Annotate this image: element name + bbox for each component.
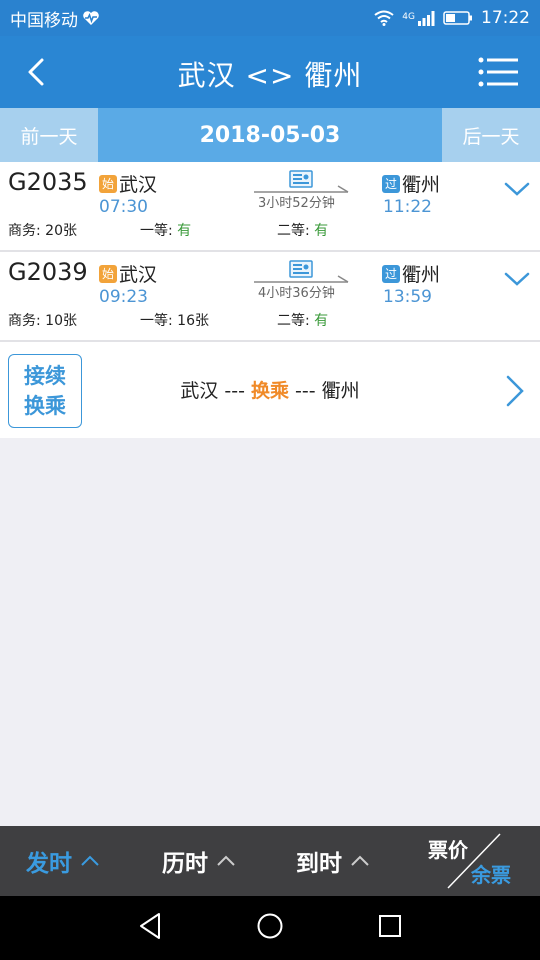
- second-class-label: 二等:: [277, 313, 310, 329]
- departure-time: 07:30: [99, 197, 148, 217]
- wifi-icon: [374, 10, 394, 26]
- status-icons: 4G 17:22: [374, 8, 530, 28]
- business-label: 商务:: [8, 313, 41, 329]
- chevron-down-icon[interactable]: [504, 270, 530, 288]
- first-class-seat-info: 一等: 16张: [140, 310, 209, 330]
- travel-duration: 4小时36分钟: [258, 286, 335, 301]
- menu-list-icon[interactable]: [478, 56, 518, 88]
- second-class-label: 二等:: [277, 223, 310, 239]
- system-nav-bar: [0, 896, 540, 960]
- network-label: 4G: [402, 12, 415, 22]
- sort-bar: 发时 历时 到时 票价 余票: [0, 826, 540, 896]
- train-row[interactable]: G2035 始 武汉 07:30 3小时52分钟 过 衢州 11:22 商务: …: [0, 162, 540, 252]
- home-circle-icon[interactable]: [256, 912, 284, 940]
- transfer-to: 衢州: [321, 380, 360, 402]
- date-bar: 前一天 2018-05-03 后一天: [0, 108, 540, 162]
- sort-by-departure[interactable]: 发时: [26, 844, 100, 878]
- heart-monitor-icon: [83, 11, 99, 25]
- passing-badge: 过: [382, 264, 400, 283]
- train-row[interactable]: G2039 始 武汉 09:23 4小时36分钟 过 衢州 13:59 商务: …: [0, 252, 540, 342]
- chevron-up-icon: [81, 855, 99, 866]
- back-triangle-icon[interactable]: [138, 912, 162, 940]
- business-count: 10张: [45, 313, 77, 329]
- arrival-station: 过 衢州: [382, 260, 440, 287]
- transfer-from: 武汉: [180, 380, 219, 402]
- sort-arrival-label: 到时: [296, 851, 342, 877]
- current-date[interactable]: 2018-05-03: [98, 108, 442, 162]
- departure-station-name: 武汉: [119, 174, 158, 196]
- transfer-route: 武汉 --- 换乘 --- 衢州: [0, 376, 540, 403]
- sort-departure-label: 发时: [26, 851, 72, 877]
- transfer-separator: ---: [218, 380, 251, 402]
- chevron-up-icon: [217, 855, 235, 866]
- departure-station: 始 武汉: [99, 170, 157, 197]
- origin-badge: 始: [99, 264, 117, 283]
- first-class-availability: 有: [177, 223, 192, 239]
- business-count: 20张: [45, 223, 77, 239]
- departure-time: 09:23: [99, 287, 148, 307]
- train-number: G2035: [8, 168, 88, 196]
- carrier-name: 中国移动: [10, 10, 78, 31]
- second-class-seat-info: 二等: 有: [277, 220, 328, 240]
- second-class-seat-info: 二等: 有: [277, 310, 328, 330]
- first-class-label: 一等:: [140, 313, 173, 329]
- train-list: G2035 始 武汉 07:30 3小时52分钟 过 衢州 11:22 商务: …: [0, 162, 540, 438]
- clock: 17:22: [481, 8, 530, 28]
- arrival-station: 过 衢州: [382, 170, 440, 197]
- chevron-down-icon[interactable]: [504, 180, 530, 198]
- first-class-seat-info: 一等: 有: [140, 220, 191, 240]
- sort-duration-label: 历时: [162, 851, 208, 877]
- train-number: G2039: [8, 258, 88, 286]
- status-bar: 中国移动 4G 17:22: [0, 0, 540, 36]
- signal-icon: [418, 11, 435, 26]
- origin-badge: 始: [99, 174, 117, 193]
- business-label: 商务:: [8, 223, 41, 239]
- chevron-up-icon: [351, 855, 369, 866]
- second-class-availability: 有: [314, 313, 329, 329]
- arrival-station-name: 衢州: [402, 264, 441, 286]
- arrival-time: 13:59: [383, 287, 432, 307]
- travel-duration: 3小时52分钟: [258, 196, 335, 211]
- passing-badge: 过: [382, 174, 400, 193]
- departure-station: 始 武汉: [99, 260, 157, 287]
- second-class-availability: 有: [314, 223, 329, 239]
- sort-by-arrival[interactable]: 到时: [296, 844, 370, 878]
- arrival-time: 11:22: [383, 197, 432, 217]
- carrier-group: 中国移动: [10, 6, 100, 31]
- page-title: 武汉 <> 衢州: [177, 59, 363, 92]
- nav-bar: 武汉 <> 衢州: [0, 36, 540, 108]
- battery-icon: [443, 11, 472, 25]
- departure-station-name: 武汉: [119, 264, 158, 286]
- sort-by-duration[interactable]: 历时: [162, 844, 236, 878]
- prev-day-button[interactable]: 前一天: [0, 108, 98, 162]
- recent-apps-square-icon[interactable]: [378, 912, 402, 940]
- transfer-separator: ---: [289, 380, 322, 402]
- remaining-label: 余票: [471, 863, 511, 887]
- arrival-station-name: 衢州: [402, 174, 441, 196]
- first-class-count: 16张: [177, 313, 209, 329]
- transfer-row[interactable]: 接续 换乘 武汉 --- 换乘 --- 衢州: [0, 342, 540, 438]
- business-seat-info: 商务: 10张: [8, 310, 77, 330]
- first-class-label: 一等:: [140, 223, 173, 239]
- business-seat-info: 商务: 20张: [8, 220, 77, 240]
- transfer-label: 换乘: [250, 380, 289, 402]
- next-day-button[interactable]: 后一天: [442, 108, 540, 162]
- chevron-right-icon[interactable]: [504, 374, 526, 408]
